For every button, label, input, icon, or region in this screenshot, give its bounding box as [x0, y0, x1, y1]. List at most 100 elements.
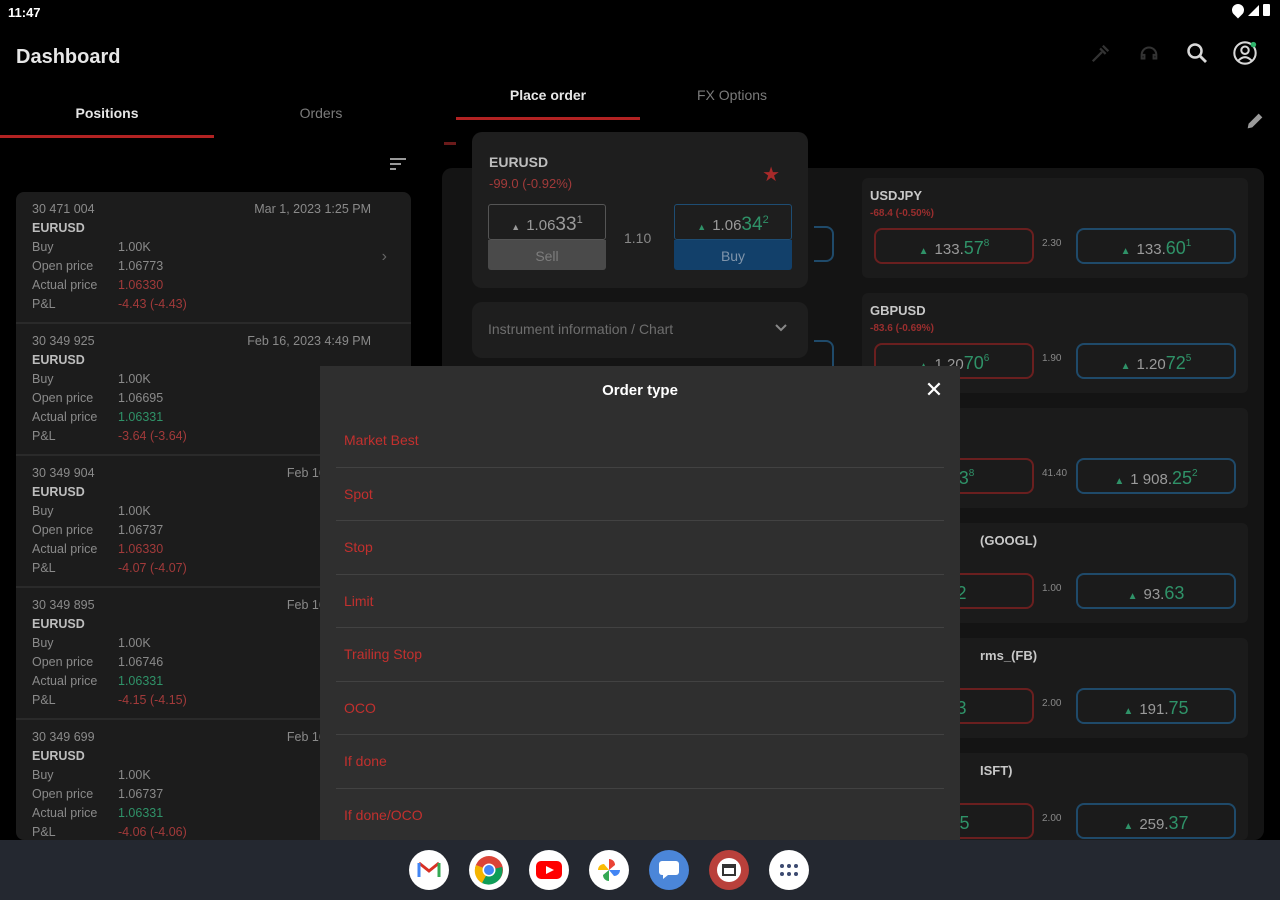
order-type-if-done-oco[interactable]: If done/OCO	[336, 789, 944, 843]
side-value: 1.00K	[118, 504, 151, 518]
ticket-symbol: EURUSD	[489, 154, 549, 170]
order-type-spot[interactable]: Spot	[336, 468, 944, 521]
side-label: Buy	[32, 504, 54, 518]
order-type-limit[interactable]: Limit	[336, 575, 944, 628]
price-big: 33	[555, 214, 577, 235]
edit-icon[interactable]	[1244, 110, 1266, 132]
tab-fx-options-label: FX Options	[696, 87, 768, 103]
actual-price-label: Actual price	[32, 278, 98, 292]
open-price-label: Open price	[32, 655, 94, 669]
photos-icon[interactable]	[589, 850, 629, 890]
up-arrow-icon: ▲	[1127, 591, 1138, 602]
tools-icon[interactable]	[1088, 40, 1114, 66]
close-icon[interactable]: ✕	[922, 378, 946, 402]
tile-change: -83.6 (-0.69%)	[870, 323, 934, 334]
actual-price-label: Actual price	[32, 542, 98, 556]
gmail-icon[interactable]	[409, 850, 449, 890]
tile-buy-button[interactable]: ▲ 1 908.252	[1076, 458, 1236, 494]
order-type-market-best[interactable]: Market Best	[336, 414, 944, 468]
price-big: 37	[1168, 813, 1189, 833]
pnl-label: P&L	[32, 561, 56, 575]
ticket-change: -99.0 (-0.92%)	[489, 176, 573, 191]
buy-price[interactable]: ▲ 1.06342	[674, 204, 792, 240]
order-type-dialog: Order type ✕ Market Best Spot Stop Limit…	[320, 366, 960, 840]
taskbar	[0, 840, 1280, 900]
trading-app-icon[interactable]	[709, 850, 749, 890]
position-id: 30 471 004	[32, 202, 95, 216]
quote-tile[interactable]: USDJPY -68.4 (-0.50%) ▲ 133.578 2.30 ▲ 133…	[862, 178, 1248, 278]
sort-icon[interactable]	[388, 156, 408, 172]
tile-symbol: (GOOGL)	[980, 533, 1038, 548]
sell-button[interactable]: Sell	[488, 240, 606, 270]
price-big: 25	[1172, 468, 1193, 488]
search-icon[interactable]	[1184, 40, 1210, 66]
open-price: 1.06737	[118, 523, 164, 537]
tile-symbol: GBPUSD	[870, 303, 926, 318]
side-label: Buy	[32, 636, 54, 650]
tile-buy-button[interactable]: ▲ 191.75	[1076, 688, 1236, 724]
positions-orders-tabs: Positions Orders	[0, 94, 428, 138]
support-icon[interactable]	[1136, 40, 1162, 66]
tile-symbol: ISFT)	[980, 763, 1013, 778]
tile-sell-button[interactable]: ▲ 133.578	[874, 228, 1034, 264]
pnl-label: P&L	[32, 297, 56, 311]
order-type-oco[interactable]: OCO	[336, 682, 944, 735]
up-arrow-icon: ▲	[697, 222, 707, 232]
app-bar-actions	[1088, 40, 1258, 66]
price-main: 1.06	[712, 217, 742, 234]
price-main: 133.	[1136, 241, 1166, 258]
up-arrow-icon: ▲	[918, 246, 929, 257]
battery-icon	[1263, 4, 1270, 16]
price-main: 93.	[1143, 586, 1165, 603]
price-main: 133.	[934, 241, 964, 258]
open-price: 1.06746	[118, 655, 164, 669]
price-main: 259.	[1139, 816, 1169, 833]
position-symbol: EURUSD	[32, 221, 85, 235]
actual-price-label: Actual price	[32, 674, 98, 688]
app-drawer-icon[interactable]	[769, 850, 809, 890]
tile-buy-button[interactable]: ▲ 1.20725	[1076, 343, 1236, 379]
open-price: 1.06773	[118, 259, 164, 273]
partial-buy-border	[814, 226, 834, 262]
order-type-if-done[interactable]: If done	[336, 735, 944, 789]
order-tabs: Place order FX Options	[456, 76, 826, 120]
sell-price[interactable]: ▲ 1.06331	[488, 204, 606, 240]
tab-positions[interactable]: Positions	[0, 94, 214, 138]
open-price-label: Open price	[32, 523, 94, 537]
tab-place-order[interactable]: Place order	[456, 76, 640, 120]
tile-buy-button[interactable]: ▲ 133.601	[1076, 228, 1236, 264]
open-price: 1.06737	[118, 787, 164, 801]
price-sup: 8	[983, 238, 990, 249]
price-big: 72	[1165, 353, 1186, 373]
tab-orders[interactable]: Orders	[214, 94, 428, 138]
chrome-icon[interactable]	[469, 850, 509, 890]
actual-price: 1.06331	[118, 674, 164, 688]
tile-buy-button[interactable]: ▲ 93.63	[1076, 573, 1236, 609]
up-arrow-icon: ▲	[1114, 476, 1125, 487]
position-card[interactable]: 30 471 004 Mar 1, 2023 1:25 PM EURUSD Bu…	[16, 192, 411, 324]
price-big: 57	[963, 238, 984, 258]
order-type-trailing-stop[interactable]: Trailing Stop	[336, 628, 944, 682]
youtube-icon[interactable]	[529, 850, 569, 890]
wifi-icon	[1229, 1, 1247, 19]
account-icon[interactable]	[1232, 40, 1258, 66]
open-price-label: Open price	[32, 787, 94, 801]
side-value: 1.00K	[118, 240, 151, 254]
tile-spread: 2.30	[1042, 238, 1062, 249]
tile-buy-button[interactable]: ▲ 259.37	[1076, 803, 1236, 839]
messages-icon[interactable]	[649, 850, 689, 890]
price-big: 60	[1165, 238, 1186, 258]
order-type-stop[interactable]: Stop	[336, 521, 944, 575]
instrument-info-expander[interactable]: Instrument information / Chart	[472, 302, 808, 358]
position-symbol: EURUSD	[32, 485, 85, 499]
pnl-value: -3.64 (-3.64)	[118, 429, 187, 443]
price-main: 1 908.	[1130, 471, 1173, 488]
price-sup: 2	[1192, 468, 1198, 479]
up-arrow-icon: ▲	[1123, 821, 1134, 832]
open-price-label: Open price	[32, 259, 94, 273]
star-icon[interactable]: ★	[762, 162, 780, 187]
tab-fx-options[interactable]: FX Options	[640, 76, 824, 120]
buy-button[interactable]: Buy	[674, 240, 792, 270]
position-symbol: EURUSD	[32, 749, 85, 763]
position-id: 30 349 925	[32, 334, 95, 348]
